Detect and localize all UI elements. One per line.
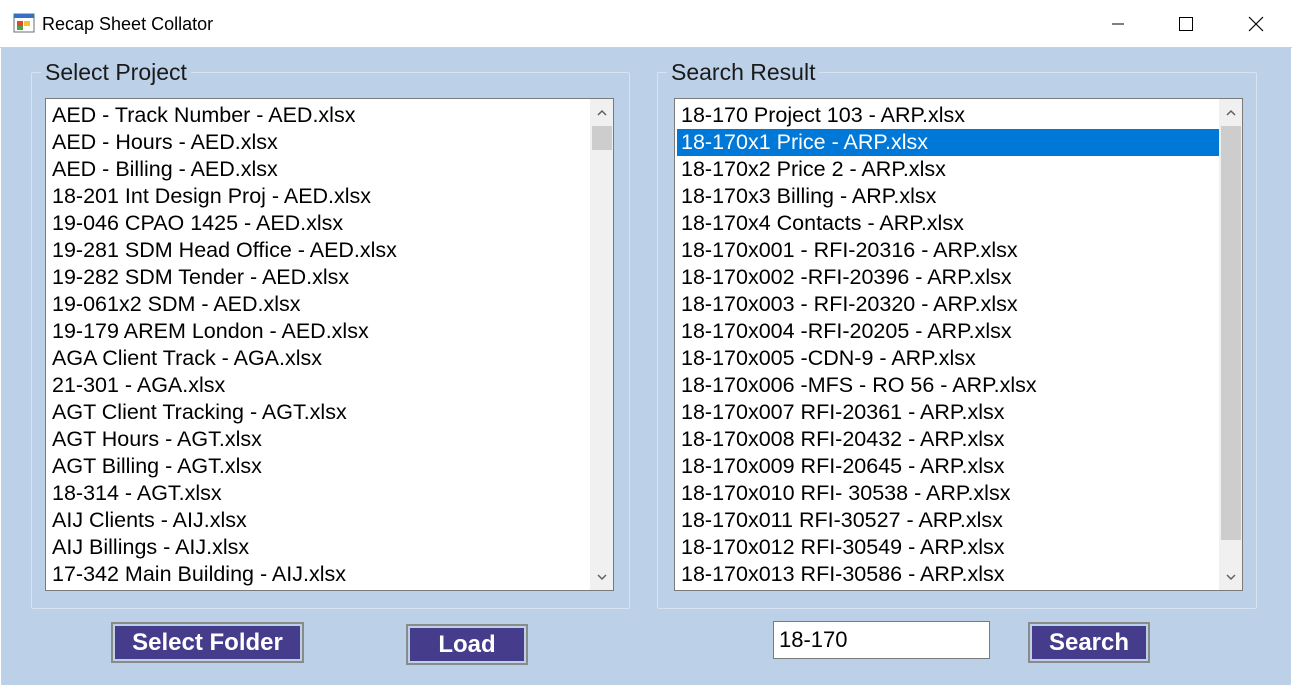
list-item[interactable]: 18-170x002 -RFI-20396 - ARP.xlsx — [677, 264, 1222, 291]
list-item[interactable]: 21-301 - AGA.xlsx — [48, 372, 593, 399]
list-item[interactable]: 18-170x007 RFI-20361 - ARP.xlsx — [677, 399, 1222, 426]
list-item[interactable]: 17-342 Main Building - AIJ.xlsx — [48, 561, 593, 588]
chevron-down-icon — [1225, 573, 1236, 580]
list-item[interactable]: 18-170x011 RFI-30527 - ARP.xlsx — [677, 507, 1222, 534]
select-project-listbox[interactable]: AED - Track Number - AED.xlsx AED - Hours… — [45, 98, 614, 591]
list-item[interactable]: AED - Hours - AED.xlsx — [48, 129, 593, 156]
scroll-down-button[interactable] — [590, 565, 613, 588]
list-item[interactable]: AIJ Billings - AIJ.xlsx — [48, 534, 593, 561]
project-list-items: AED - Track Number - AED.xlsx AED - Hours… — [48, 102, 593, 588]
minimize-icon — [1112, 23, 1124, 24]
list-item[interactable]: 18-170x4 Contacts - ARP.xlsx — [677, 210, 1222, 237]
select-folder-button[interactable]: Select Folder — [111, 622, 304, 663]
list-item[interactable]: 18-170x003 - RFI-20320 - ARP.xlsx — [677, 291, 1222, 318]
window-title: Recap Sheet Collator — [42, 14, 214, 34]
chevron-up-icon — [596, 109, 607, 116]
result-list-scrollbar[interactable] — [1219, 99, 1242, 590]
list-item[interactable]: 18-170x1 Price - ARP.xlsx — [677, 129, 1222, 156]
list-item[interactable]: 18-170x004 -RFI-20205 - ARP.xlsx — [677, 318, 1222, 345]
list-item[interactable]: AGT Client Tracking - AGT.xlsx — [48, 399, 593, 426]
close-icon — [1248, 16, 1264, 31]
list-item[interactable]: 19-179 AREM London - AED.xlsx — [48, 318, 593, 345]
title-bar: Recap Sheet Collator — [0, 0, 1292, 48]
maximize-button[interactable] — [1151, 0, 1221, 47]
list-item[interactable]: 18-170x3 Billing - ARP.xlsx — [677, 183, 1222, 210]
list-item[interactable]: AIJ Clients - AIJ.xlsx — [48, 507, 593, 534]
close-button[interactable] — [1221, 0, 1291, 47]
client-area: Select Project AED - Track Number - AED.… — [1, 48, 1291, 685]
load-button[interactable]: Load — [406, 624, 528, 665]
project-list-scrollbar[interactable] — [590, 99, 613, 590]
scroll-up-button[interactable] — [1219, 101, 1242, 124]
list-item[interactable]: AGA Client Track - AGA.xlsx — [48, 345, 593, 372]
chevron-down-icon — [596, 573, 607, 580]
list-item[interactable]: 18-170x010 RFI- 30538 - ARP.xlsx — [677, 480, 1222, 507]
list-item[interactable]: 18-170x001 - RFI-20316 - ARP.xlsx — [677, 237, 1222, 264]
scroll-thumb[interactable] — [1221, 126, 1241, 540]
list-item[interactable]: 19-061x2 SDM - AED.xlsx — [48, 291, 593, 318]
list-item[interactable]: AED - Track Number - AED.xlsx — [48, 102, 593, 129]
list-item[interactable]: AED - Billing - AED.xlsx — [48, 156, 593, 183]
chevron-up-icon — [1225, 109, 1236, 116]
list-item[interactable]: 18-170x005 -CDN-9 - ARP.xlsx — [677, 345, 1222, 372]
scroll-down-button[interactable] — [1219, 565, 1242, 588]
search-result-listbox[interactable]: 18-170 Project 103 - ARP.xlsx 18-170x1 Pr… — [674, 98, 1243, 591]
search-input[interactable] — [773, 621, 990, 659]
list-item[interactable]: 18-201 Int Design Proj - AED.xlsx — [48, 183, 593, 210]
list-item[interactable]: 19-046 CPAO 1425 - AED.xlsx — [48, 210, 593, 237]
list-item[interactable]: 18-314 - AGT.xlsx — [48, 480, 593, 507]
scroll-thumb[interactable] — [592, 126, 612, 150]
list-item[interactable]: AGT Hours - AGT.xlsx — [48, 426, 593, 453]
minimize-button[interactable] — [1083, 0, 1153, 47]
search-result-label: Search Result — [667, 59, 820, 85]
list-item[interactable]: 18-170x009 RFI-20645 - ARP.xlsx — [677, 453, 1222, 480]
search-button[interactable]: Search — [1028, 622, 1150, 663]
list-item[interactable]: 18-170x013 RFI-30586 - ARP.xlsx — [677, 561, 1222, 588]
scroll-up-button[interactable] — [590, 101, 613, 124]
result-list-items: 18-170 Project 103 - ARP.xlsx 18-170x1 Pr… — [677, 102, 1222, 588]
list-item[interactable]: 18-170x008 RFI-20432 - ARP.xlsx — [677, 426, 1222, 453]
list-item[interactable]: 19-282 SDM Tender - AED.xlsx — [48, 264, 593, 291]
select-project-label: Select Project — [41, 59, 191, 85]
list-item[interactable]: 18-170x012 RFI-30549 - ARP.xlsx — [677, 534, 1222, 561]
list-item[interactable]: 19-281 SDM Head Office - AED.xlsx — [48, 237, 593, 264]
list-item[interactable]: 18-170x006 -MFS - RO 56 - ARP.xlsx — [677, 372, 1222, 399]
list-item[interactable]: 18-170x2 Price 2 - ARP.xlsx — [677, 156, 1222, 183]
maximize-icon — [1179, 16, 1193, 31]
list-item[interactable]: 18-170 Project 103 - ARP.xlsx — [677, 102, 1222, 129]
app-icon — [13, 13, 35, 33]
list-item[interactable]: AGT Billing - AGT.xlsx — [48, 453, 593, 480]
